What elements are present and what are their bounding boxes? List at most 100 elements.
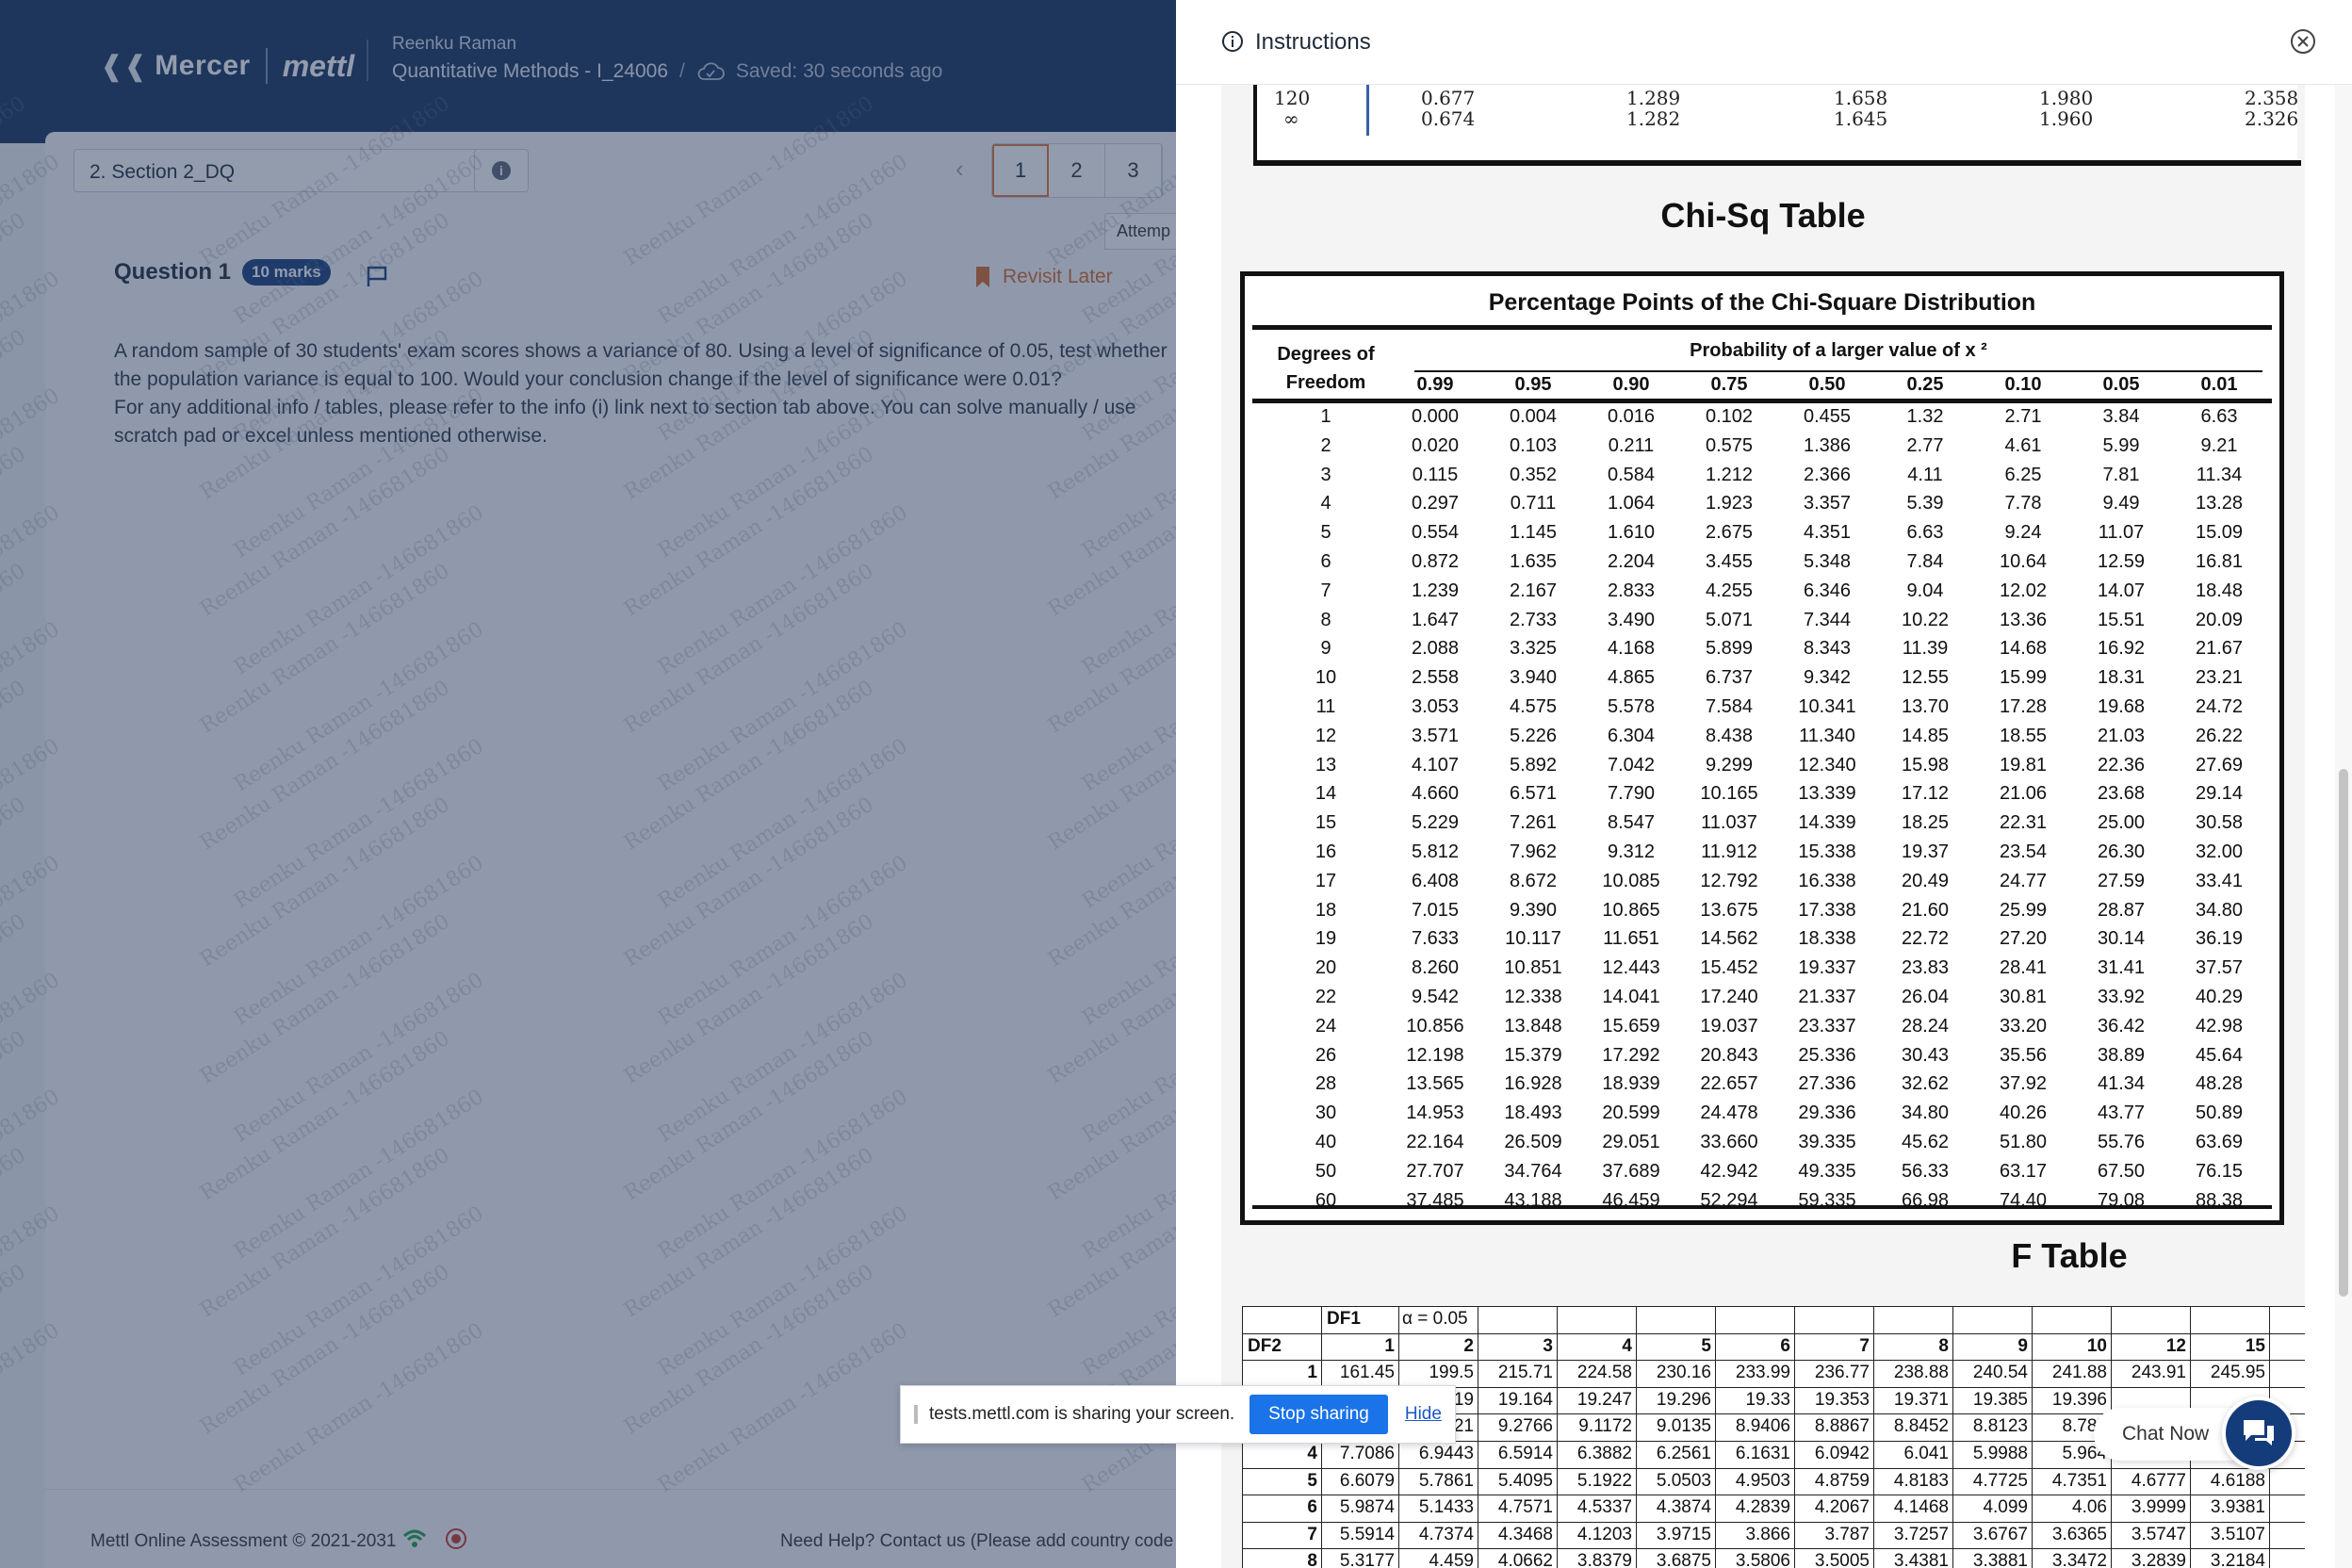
chi-value-cell: 37.485	[1406, 1189, 1464, 1211]
chi-value-cell: 0.103	[1509, 434, 1558, 456]
chi-column-header: 0.01	[2200, 374, 2238, 395]
f-row-header: 4	[1307, 1444, 1317, 1463]
f-value-cell: 3.6875	[1656, 1551, 1711, 1568]
drag-handle-icon[interactable]	[914, 1405, 918, 1424]
chi-value-cell: 67.50	[2097, 1160, 2146, 1182]
chi-df-cell: 12	[1315, 725, 1337, 746]
chi-value-cell: 9.49	[2102, 493, 2140, 514]
chi-value-cell: 36.19	[2195, 928, 2244, 950]
f-row-header: 6	[1307, 1497, 1317, 1518]
f-value-cell: 5.3177	[1339, 1551, 1395, 1568]
chi-value-cell: 8.260	[1411, 957, 1460, 979]
chi-value-cell: 30.14	[2097, 928, 2146, 950]
panel-scrollbar[interactable]	[2335, 85, 2352, 1568]
f-value-cell: 5.0503	[1656, 1470, 1711, 1491]
chi-value-cell: 13.675	[1700, 899, 1758, 921]
f-value-cell: 8.8867	[1814, 1416, 1870, 1437]
chi-value-cell: 19.37	[1901, 841, 1950, 862]
chi-value-cell: 10.165	[1700, 783, 1758, 805]
chi-df-cell: 19	[1315, 928, 1337, 950]
chi-value-cell: 22.72	[1901, 928, 1950, 950]
chi-value-cell: 16.928	[1504, 1073, 1562, 1095]
chi-df-header-line: Degrees of	[1277, 344, 1375, 365]
chi-value-cell: 29.336	[1798, 1102, 1856, 1124]
chi-df-cell: 11	[1315, 696, 1336, 717]
f-value-cell: 4.3874	[1656, 1497, 1711, 1518]
chi-value-cell: 14.07	[2097, 580, 2146, 601]
chi-value-cell: 2.088	[1411, 638, 1460, 660]
modal-backdrop[interactable]	[0, 0, 1176, 1568]
chi-value-cell: 20.09	[2195, 609, 2244, 630]
f-value-cell: 233.99	[1735, 1363, 1790, 1383]
f-value-cell: 245.95	[2210, 1363, 2265, 1383]
f-value-cell: 19.296	[1656, 1389, 1711, 1410]
chi-value-cell: 56.33	[1901, 1160, 1950, 1182]
chi-value-cell: 13.36	[1999, 609, 2048, 630]
chi-value-cell: 34.80	[1901, 1102, 1950, 1124]
chi-table-heading: Chi-Sq Table	[1660, 196, 1866, 235]
f-value-cell: 5.1433	[1418, 1497, 1474, 1518]
chi-value-cell: 5.39	[1906, 493, 1944, 514]
chi-square-table: Percentage Points of the Chi-Square Dist…	[1240, 271, 2284, 1225]
chi-value-cell: 35.56	[1999, 1044, 2048, 1066]
chi-value-cell: 9.542	[1411, 987, 1460, 1007]
chi-value-cell: 12.59	[2097, 551, 2146, 572]
chi-value-cell: 7.78	[2004, 493, 2042, 514]
chi-column-header: 0.25	[1906, 374, 1944, 395]
instructions-content[interactable]: 120 0.677 1.289 1.658 1.980 2.358 ∞ 0.67…	[1221, 85, 2305, 1568]
f-column-header: 12	[2165, 1335, 2186, 1356]
f-value-cell: 3.866	[1745, 1524, 1790, 1544]
chi-value-cell: 1.32	[1906, 406, 1944, 427]
chi-value-cell: 27.59	[2097, 870, 2146, 891]
f-column-header: 1	[1384, 1335, 1395, 1356]
t-table-cell: 1.960	[2039, 107, 2094, 130]
chi-value-cell: 29.14	[2195, 783, 2244, 805]
chi-value-cell: 51.80	[1999, 1132, 2048, 1152]
chi-value-cell: 21.337	[1798, 987, 1856, 1007]
chi-value-cell: 33.41	[2195, 870, 2244, 891]
chi-value-cell: 19.037	[1700, 1015, 1758, 1037]
chi-value-cell: 0.711	[1510, 493, 1557, 514]
chi-value-cell: 20.49	[1901, 870, 1950, 891]
chi-value-cell: 9.342	[1803, 667, 1852, 689]
chi-value-cell: 16.81	[2195, 551, 2244, 572]
f-value-cell: 215.71	[1497, 1363, 1553, 1383]
chat-button[interactable]	[2222, 1396, 2295, 1470]
chi-df-cell: 15	[1315, 812, 1337, 834]
chi-value-cell: 12.55	[1901, 667, 1950, 689]
t-table-cell: 0.674	[1421, 107, 1476, 130]
chi-value-cell: 7.584	[1705, 696, 1754, 717]
chi-value-cell: 33.92	[2097, 987, 2146, 1007]
f-value-cell: 7.7086	[1339, 1444, 1395, 1463]
f-value-cell: 3.2184	[2210, 1551, 2265, 1568]
t-table-cell: 1.289	[1626, 87, 1681, 109]
chi-rule	[1252, 399, 2272, 403]
f-column-header: 8	[1938, 1335, 1949, 1356]
t-table-fragment: 120 0.677 1.289 1.658 1.980 2.358 ∞ 0.67…	[1253, 85, 2301, 166]
chi-value-cell: 8.672	[1509, 870, 1558, 891]
chi-value-cell: 5.226	[1509, 725, 1558, 746]
f-value-cell: 9.1172	[1578, 1416, 1632, 1437]
f-value-cell: 8.8452	[1893, 1416, 1949, 1437]
chi-column-header: 0.75	[1710, 374, 1748, 395]
chi-rule	[1414, 370, 2262, 372]
chi-value-cell: 14.339	[1798, 812, 1856, 834]
f-value-cell: 5.1922	[1576, 1470, 1632, 1491]
scrollbar-thumb[interactable]	[2339, 769, 2348, 1297]
chi-value-cell: 11.912	[1701, 841, 1757, 862]
chi-value-cell: 8.438	[1705, 725, 1754, 746]
chi-value-cell: 18.55	[1999, 725, 2048, 746]
hide-link[interactable]: Hide	[1405, 1404, 1442, 1425]
stop-sharing-button[interactable]: Stop sharing	[1250, 1395, 1388, 1434]
chi-value-cell: 4.660	[1411, 783, 1460, 805]
chi-value-cell: 10.117	[1505, 928, 1561, 950]
f-value-cell: 19.247	[1576, 1389, 1632, 1410]
chi-value-cell: 17.12	[1901, 783, 1950, 805]
close-icon[interactable]	[2290, 28, 2316, 55]
chi-value-cell: 6.571	[1509, 783, 1558, 805]
chat-widget[interactable]: Chat Now	[2094, 1395, 2295, 1474]
chi-value-cell: 6.408	[1411, 870, 1460, 891]
f-column-header: 9	[2017, 1335, 2028, 1356]
chi-value-cell: 11.037	[1701, 812, 1757, 834]
chi-value-cell: 5.348	[1803, 551, 1852, 572]
